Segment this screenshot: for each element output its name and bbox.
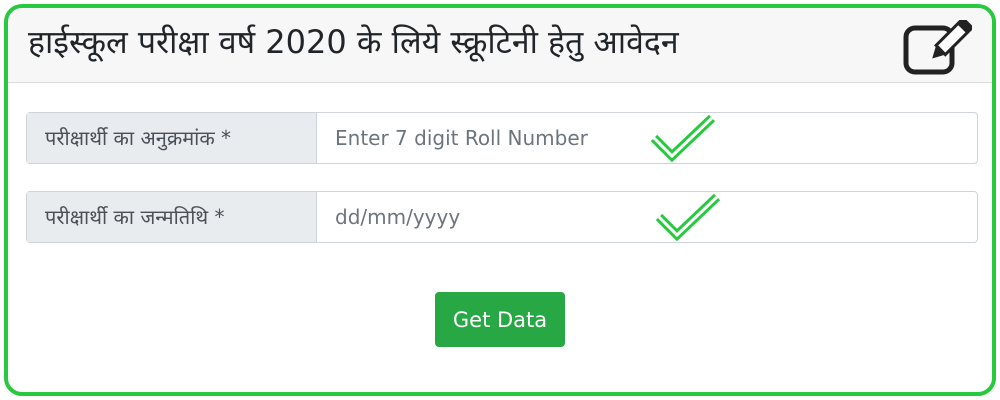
edit-icon: [903, 20, 972, 75]
roll-number-input[interactable]: [317, 113, 977, 163]
roll-number-label: परीक्षार्थी का अनुक्रमांक *: [27, 113, 317, 163]
roll-number-group: परीक्षार्थी का अनुक्रमांक *: [26, 112, 978, 164]
dob-label: परीक्षार्थी का जन्मतिथि *: [27, 192, 317, 242]
get-data-button[interactable]: Get Data: [435, 292, 565, 347]
checkmark-icon: [655, 193, 721, 242]
dob-input[interactable]: [317, 192, 977, 242]
form-card: हाईस्कूल परीक्षा वर्ष 2020 के लिये स्क्र…: [4, 4, 996, 396]
dob-group: परीक्षार्थी का जन्मतिथि *: [26, 191, 978, 243]
card-header: हाईस्कूल परीक्षा वर्ष 2020 के लिये स्क्र…: [8, 8, 992, 83]
page-title: हाईस्कूल परीक्षा वर्ष 2020 के लिये स्क्र…: [28, 23, 679, 61]
checkmark-icon: [650, 114, 716, 163]
